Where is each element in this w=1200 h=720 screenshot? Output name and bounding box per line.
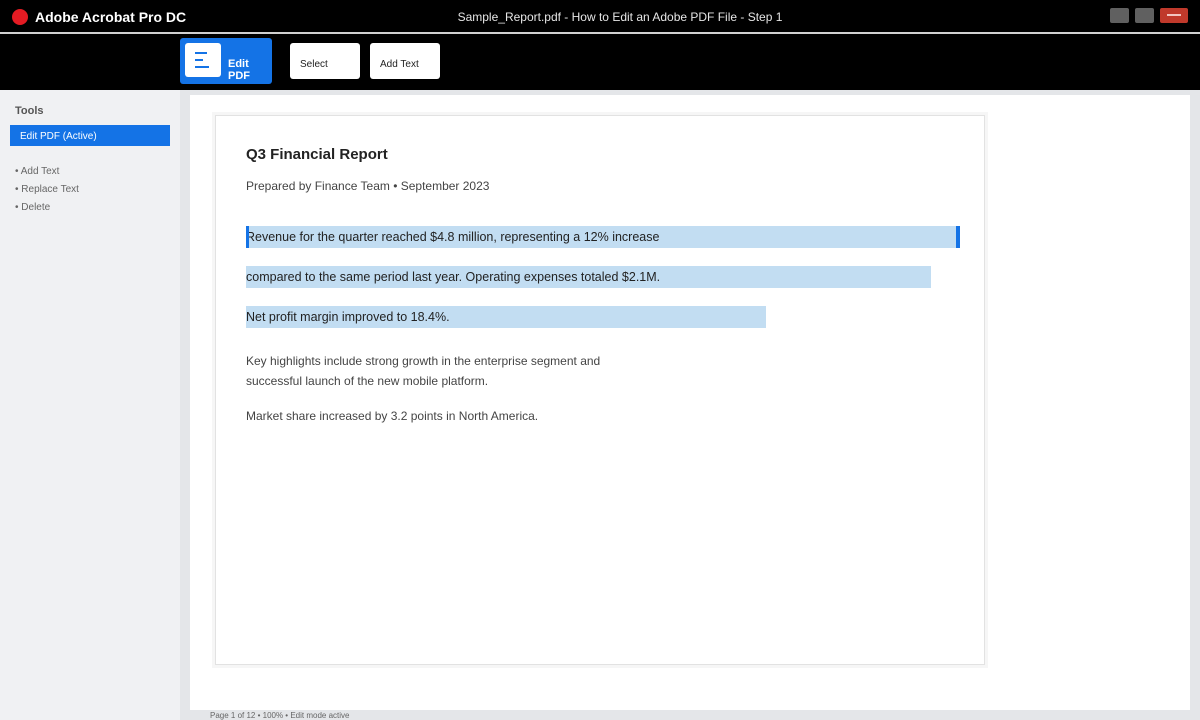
maximize-button[interactable]: [1135, 8, 1154, 23]
selected-text: Net profit margin improved to 18.4%.: [246, 310, 450, 324]
document-area: Q3 Financial Report Prepared by Finance …: [180, 90, 1200, 720]
selected-text-line[interactable]: Net profit margin improved to 18.4%.: [246, 306, 766, 328]
select-button[interactable]: Select: [290, 43, 360, 79]
edit-pdf-label: Edit PDF: [228, 58, 250, 82]
document-canvas[interactable]: Q3 Financial Report Prepared by Finance …: [190, 95, 1190, 710]
title-bar: Adobe Acrobat Pro DC Sample_Report.pdf -…: [0, 0, 1200, 32]
select-label: Select: [300, 59, 328, 70]
edit-pdf-icon: [185, 43, 221, 77]
edit-pdf-button[interactable]: Edit PDF: [180, 38, 272, 84]
sidebar-item-edit-pdf[interactable]: Edit PDF (Active): [10, 125, 170, 146]
paragraph-line[interactable]: Market share increased by 3.2 points in …: [246, 409, 538, 423]
tools-sidebar: Tools Edit PDF (Active) • Add Text • Rep…: [0, 90, 180, 720]
selected-text: compared to the same period last year. O…: [246, 270, 661, 284]
text-cursor-start: [246, 226, 249, 248]
paragraph-line[interactable]: successful launch of the new mobile plat…: [246, 374, 488, 388]
sidebar-heading: Tools: [15, 105, 44, 117]
window-title: Sample_Report.pdf - How to Edit an Adobe…: [457, 10, 783, 24]
status-bar: Page 1 of 12 • 100% • Edit mode active: [210, 711, 350, 720]
selected-text-line[interactable]: compared to the same period last year. O…: [246, 266, 931, 288]
close-button[interactable]: [1160, 8, 1188, 23]
toolbar: Edit PDF Select Add Text: [0, 34, 1200, 90]
pdf-page[interactable]: Q3 Financial Report Prepared by Finance …: [215, 115, 985, 665]
document-title[interactable]: Q3 Financial Report: [246, 146, 388, 163]
minimize-button[interactable]: [1110, 8, 1129, 23]
selected-text: Revenue for the quarter reached $4.8 mil…: [246, 230, 660, 244]
sidebar-item-add-text[interactable]: • Add Text: [15, 166, 59, 177]
sidebar-item-delete[interactable]: • Delete: [15, 202, 50, 213]
paragraph-line[interactable]: Key highlights include strong growth in …: [246, 354, 600, 368]
add-text-label: Add Text: [380, 59, 419, 70]
add-text-button[interactable]: Add Text: [370, 43, 440, 79]
sidebar-item-label: Edit PDF (Active): [20, 131, 97, 142]
document-subtitle[interactable]: Prepared by Finance Team • September 202…: [246, 179, 489, 193]
selection-handle[interactable]: [956, 226, 960, 248]
sidebar-item-replace-text[interactable]: • Replace Text: [15, 184, 79, 195]
close-icon: [1167, 14, 1181, 16]
selected-text-line[interactable]: Revenue for the quarter reached $4.8 mil…: [246, 226, 959, 248]
